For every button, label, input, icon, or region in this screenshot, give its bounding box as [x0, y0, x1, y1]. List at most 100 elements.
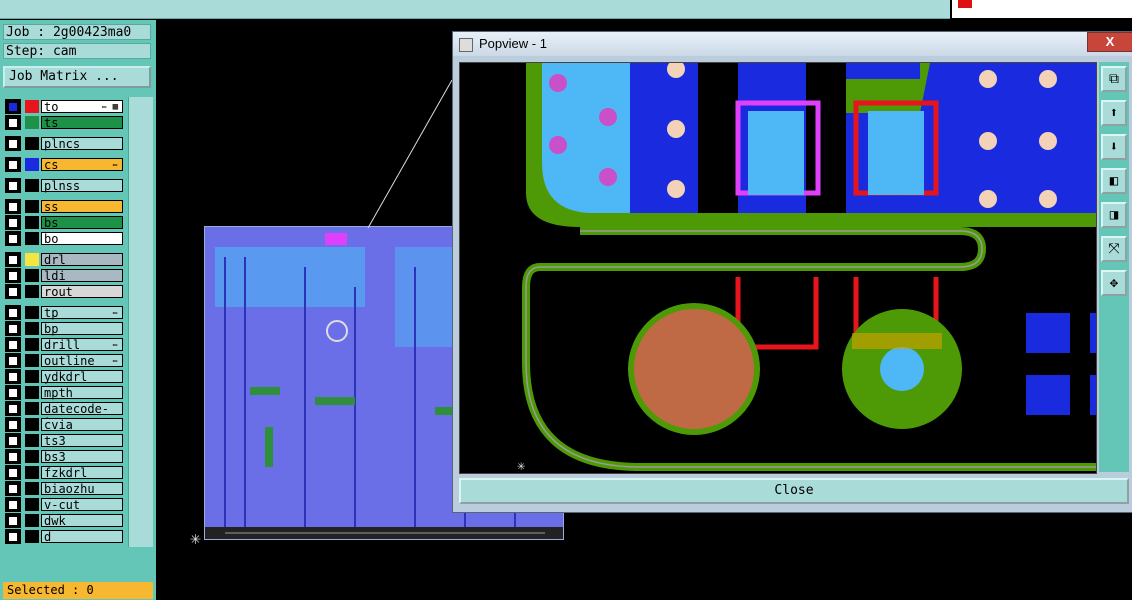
layer-color-swatch[interactable]: [25, 418, 39, 431]
layer-checkbox[interactable]: [8, 436, 18, 446]
layer-name[interactable]: dwk: [41, 514, 123, 528]
layer-color-swatch[interactable]: [25, 285, 39, 298]
layer-checkbox[interactable]: [8, 308, 18, 318]
layer-name[interactable]: to ✏ ▦: [41, 100, 123, 114]
layer-checkbox[interactable]: [8, 356, 18, 366]
layer-color-swatch[interactable]: [25, 116, 39, 129]
layer-list-scrollbar[interactable]: [128, 97, 153, 547]
layer-checkbox[interactable]: [8, 160, 18, 170]
layer-row-bo[interactable]: bo: [5, 231, 125, 246]
layer-name[interactable]: d: [41, 530, 123, 544]
layer-row-drl[interactable]: drl: [5, 252, 125, 267]
layer-checkbox[interactable]: [8, 516, 18, 526]
layer-row-to[interactable]: to ✏ ▦: [5, 99, 125, 114]
layer-name[interactable]: ydkdrl: [41, 370, 123, 384]
layer-row-ss[interactable]: ss: [5, 199, 125, 214]
layer-name[interactable]: datecode-to: [41, 402, 123, 429]
layer-row-outline[interactable]: outline ✏: [5, 353, 125, 368]
layer-color-swatch[interactable]: [25, 338, 39, 351]
layer-checkbox[interactable]: [8, 118, 18, 128]
layer-checkbox[interactable]: [8, 484, 18, 494]
layer-name[interactable]: drl: [41, 253, 123, 267]
layer-color-swatch[interactable]: [25, 370, 39, 383]
layer-checkbox[interactable]: [8, 271, 18, 281]
layer-row-ts[interactable]: ts: [5, 115, 125, 130]
layer-row-plnss[interactable]: plnss: [5, 178, 125, 193]
layer-checkbox[interactable]: [8, 324, 18, 334]
layer-color-swatch[interactable]: [25, 434, 39, 447]
layer-color-swatch[interactable]: [25, 530, 39, 543]
layer-color-swatch[interactable]: [25, 322, 39, 335]
layer-checkbox[interactable]: [8, 287, 18, 297]
pan-left-icon[interactable]: ◧: [1101, 168, 1127, 194]
layer-color-swatch[interactable]: [25, 386, 39, 399]
layer-name[interactable]: outline ✏: [41, 354, 123, 368]
layer-checkbox[interactable]: [8, 452, 18, 462]
layer-name[interactable]: v-cut: [41, 498, 123, 512]
layer-color-swatch[interactable]: [25, 100, 39, 113]
layer-row-ts3[interactable]: ts3: [5, 433, 125, 448]
layer-name[interactable]: ldi: [41, 269, 123, 283]
layer-color-swatch[interactable]: [25, 158, 39, 171]
layer-color-swatch[interactable]: [25, 354, 39, 367]
layer-color-swatch[interactable]: [25, 306, 39, 319]
layer-name[interactable]: bs: [41, 216, 123, 230]
layer-color-swatch[interactable]: [25, 498, 39, 511]
layer-row-mpth[interactable]: mpth: [5, 385, 125, 400]
layer-checkbox[interactable]: [8, 420, 18, 430]
layer-name[interactable]: bp: [41, 322, 123, 336]
layer-row-dwk[interactable]: dwk: [5, 513, 125, 528]
layer-color-swatch[interactable]: [25, 137, 39, 150]
layer-name[interactable]: ss: [41, 200, 123, 214]
zoom-home-icon[interactable]: ✥: [1101, 270, 1127, 296]
close-button[interactable]: Close: [459, 478, 1129, 504]
layer-color-swatch[interactable]: [25, 179, 39, 192]
layer-checkbox[interactable]: [8, 202, 18, 212]
layer-name[interactable]: cvia: [41, 418, 123, 432]
layer-color-swatch[interactable]: [25, 402, 39, 415]
layer-checkbox[interactable]: [8, 372, 18, 382]
layer-name[interactable]: ts3: [41, 434, 123, 448]
layer-name[interactable]: ts: [41, 116, 123, 130]
layer-row-bp[interactable]: bp: [5, 321, 125, 336]
layer-row-tp[interactable]: tp ✏: [5, 305, 125, 320]
layer-checkbox[interactable]: [8, 468, 18, 478]
layer-name[interactable]: rout: [41, 285, 123, 299]
layer-name[interactable]: plncs: [41, 137, 123, 151]
layer-checkbox[interactable]: [8, 181, 18, 191]
layer-name[interactable]: plnss: [41, 179, 123, 193]
layer-name[interactable]: drill ✏: [41, 338, 123, 352]
layer-row-datecode-to[interactable]: datecode-to: [5, 401, 125, 429]
layer-name[interactable]: tp ✏: [41, 306, 123, 320]
layer-row-cvia[interactable]: cvia: [5, 417, 125, 432]
layer-row-v-cut[interactable]: v-cut: [5, 497, 125, 512]
copy-icon[interactable]: ⧉: [1101, 66, 1127, 92]
layer-checkbox[interactable]: [8, 340, 18, 350]
layer-checkbox[interactable]: [8, 404, 18, 414]
layer-name[interactable]: biaozhu: [41, 482, 123, 496]
layer-name[interactable]: bo: [41, 232, 123, 246]
layer-checkbox[interactable]: [8, 102, 18, 112]
layer-checkbox[interactable]: [8, 139, 18, 149]
layer-row-fzkdrl[interactable]: fzkdrl: [5, 465, 125, 480]
layer-row-ydkdrl[interactable]: ydkdrl: [5, 369, 125, 384]
layer-checkbox[interactable]: [8, 234, 18, 244]
layer-checkbox[interactable]: [8, 388, 18, 398]
close-icon[interactable]: X: [1087, 32, 1132, 52]
layer-row-bs3[interactable]: bs3: [5, 449, 125, 464]
layer-row-drill[interactable]: drill ✏: [5, 337, 125, 352]
layer-row-biaozhu[interactable]: biaozhu: [5, 481, 125, 496]
layer-color-swatch[interactable]: [25, 450, 39, 463]
layer-checkbox[interactable]: [8, 500, 18, 510]
layer-row-plncs[interactable]: plncs: [5, 136, 125, 151]
layer-color-swatch[interactable]: [25, 232, 39, 245]
layer-color-swatch[interactable]: [25, 216, 39, 229]
layer-color-swatch[interactable]: [25, 482, 39, 495]
zoom-fit-icon[interactable]: ⤧: [1101, 236, 1127, 262]
job-matrix-button[interactable]: Job Matrix ...: [3, 66, 151, 88]
popview-titlebar[interactable]: Popview - 1 X: [453, 32, 1132, 56]
layer-row-bs[interactable]: bs: [5, 215, 125, 230]
layer-name[interactable]: bs3: [41, 450, 123, 464]
layer-color-swatch[interactable]: [25, 200, 39, 213]
layer-color-swatch[interactable]: [25, 466, 39, 479]
